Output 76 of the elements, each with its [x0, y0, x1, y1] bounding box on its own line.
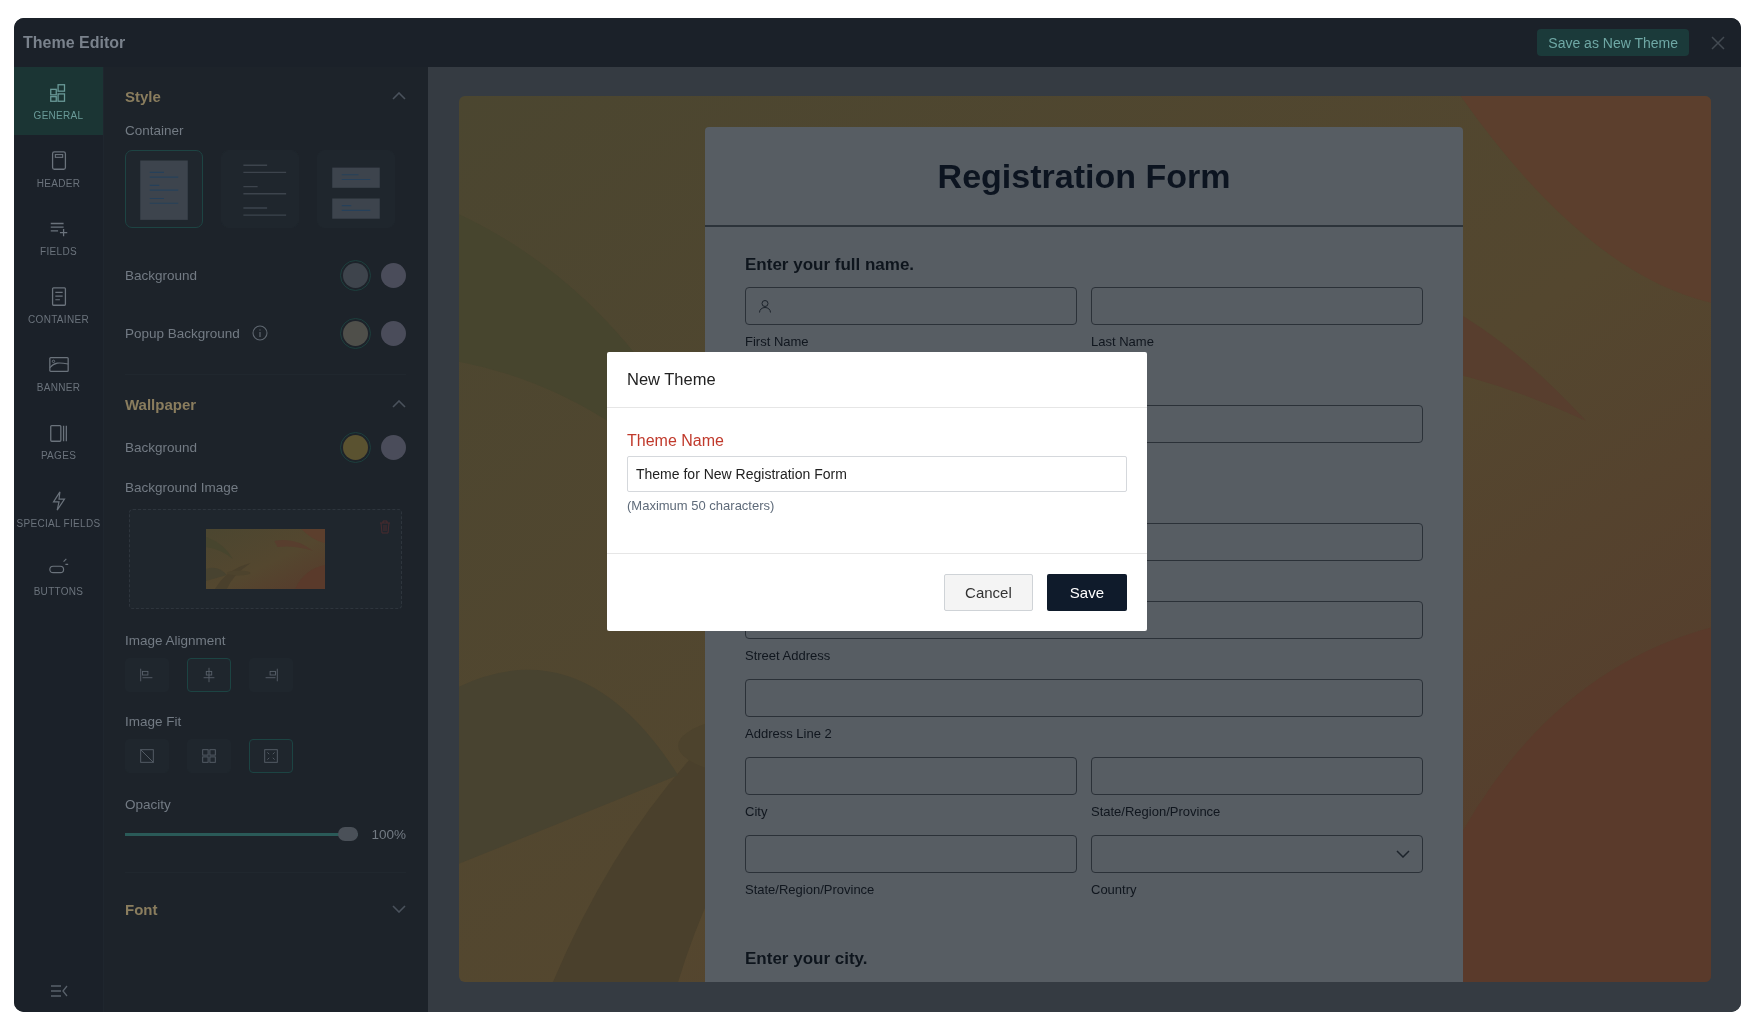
nav-label: HEADER: [36, 177, 81, 189]
setting-label: Popup Background: [125, 325, 240, 341]
image-fit-icon: [200, 747, 218, 765]
setting-label: Image Alignment: [125, 633, 227, 648]
field-label: State/Region/Province: [745, 882, 876, 897]
nav-tab[interactable]: HEADER: [14, 135, 103, 203]
color-swatch[interactable]: [381, 262, 406, 288]
nav-tab[interactable]: CONTAINER: [14, 271, 103, 339]
container-label: Container: [125, 123, 185, 138]
trash-icon[interactable]: [379, 520, 391, 534]
field-label: Country: [1091, 882, 1138, 897]
color-swatch[interactable]: [381, 320, 406, 346]
section-title: Font: [125, 900, 158, 918]
container-option[interactable]: [125, 150, 203, 228]
form-heading: Enter your city.: [745, 949, 869, 969]
nav-label: FIELDS: [40, 245, 77, 257]
image-fit-icon: [262, 747, 280, 765]
image-dropzone[interactable]: [129, 509, 402, 609]
color-swatch[interactable]: [343, 320, 368, 346]
form-heading: Enter your full name.: [745, 255, 916, 275]
opacity-value: 100%: [371, 826, 406, 842]
nav-label: BUTTONS: [33, 585, 84, 597]
save-as-new-theme-button[interactable]: Save as New Theme: [1537, 29, 1689, 56]
close-icon[interactable]: [1711, 35, 1725, 50]
chevron-icon[interactable]: [392, 92, 406, 100]
field-label: First Name: [745, 334, 810, 349]
input-field[interactable]: [745, 757, 1077, 795]
nav-label: BANNER: [36, 381, 81, 393]
nav-label: GENERAL: [33, 109, 84, 121]
setting-label: Image Fit: [125, 714, 183, 729]
field-label: Last Name: [1091, 334, 1155, 349]
field-label: Address Line 2: [745, 726, 833, 741]
field-label: State/Region/Province: [1091, 804, 1222, 819]
setting-label: Background Image: [125, 480, 240, 495]
nav-tab[interactable]: PAGES: [14, 407, 103, 475]
nav-tab[interactable]: SPECIAL FIELDS: [14, 475, 103, 543]
chevron-icon[interactable]: [392, 905, 406, 913]
color-swatch[interactable]: [343, 262, 368, 288]
fit-button[interactable]: [249, 739, 293, 773]
input-field[interactable]: [1091, 287, 1423, 325]
nav-label: CONTAINER: [28, 313, 89, 325]
form-title: Registration Form: [705, 127, 1463, 227]
setting-label: Background: [125, 267, 198, 283]
nav-tab[interactable]: GENERAL: [14, 67, 103, 135]
save-button[interactable]: Save: [1046, 574, 1127, 611]
input-field[interactable]: [1091, 757, 1423, 795]
nav-tab[interactable]: FIELDS: [14, 203, 103, 271]
nav-label: PAGES: [40, 449, 77, 461]
nav-tab[interactable]: BUTTONS: [14, 543, 103, 611]
theme-name-field[interactable]: Theme for New Registration Form: [627, 456, 1127, 492]
setting-label: Background: [125, 439, 198, 455]
nav-tab[interactable]: BANNER: [14, 339, 103, 407]
input-field[interactable]: [745, 287, 1077, 325]
color-swatch[interactable]: [343, 434, 368, 460]
window-title: Theme Editor: [23, 33, 127, 52]
alignment-button[interactable]: [187, 658, 231, 692]
info-icon[interactable]: [251, 325, 268, 341]
person-icon: [758, 299, 772, 313]
input-field[interactable]: [745, 835, 1077, 873]
chevron-icon[interactable]: [392, 400, 406, 408]
field-label: City: [745, 804, 769, 819]
field-label: Theme Name: [627, 432, 725, 450]
input-field[interactable]: [745, 679, 1423, 717]
chevron-icon: [1396, 850, 1410, 858]
color-swatch[interactable]: [381, 434, 406, 460]
section-title: Wallpaper: [125, 395, 197, 413]
collapse-menu-icon[interactable]: [49, 984, 68, 998]
cancel-button[interactable]: Cancel: [944, 574, 1033, 611]
setting-label: Opacity: [125, 797, 172, 812]
dropdown-field[interactable]: [1091, 835, 1423, 873]
nav-label: SPECIAL FIELDS: [16, 517, 101, 529]
section-title: Style: [125, 87, 161, 105]
field-label: Street Address: [745, 648, 832, 663]
image-fit-icon: [138, 747, 156, 765]
field-hint: (Maximum 50 characters): [627, 498, 776, 513]
dialog-title: New Theme: [607, 352, 1147, 408]
